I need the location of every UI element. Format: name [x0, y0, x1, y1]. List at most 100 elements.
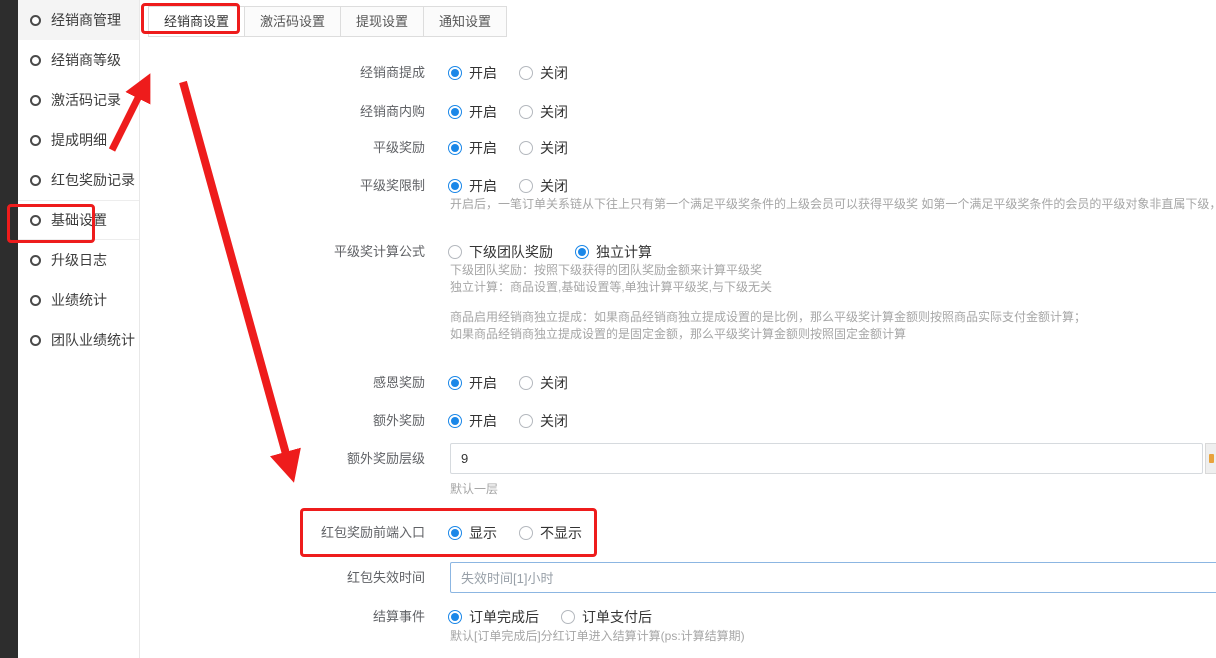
radio-icon: [448, 245, 462, 259]
radio-on[interactable]: 开启: [448, 176, 497, 196]
sidebar-item-label: 激活码记录: [51, 90, 121, 110]
sidebar-item-performance-stats[interactable]: 业绩统计: [18, 280, 139, 320]
extra-reward-levels-input[interactable]: [450, 443, 1203, 474]
radio-off[interactable]: 关闭: [519, 138, 568, 158]
main-content: 经销商设置 激活码设置 提现设置 通知设置 经销商提成 开启 关闭 经销商内购 …: [140, 0, 1216, 658]
radio-off[interactable]: 关闭: [519, 373, 568, 393]
field-label-redpacket-expire-time: 红包失效时间: [140, 569, 425, 587]
radio-icon: [519, 526, 533, 540]
helper-peer-reward-limit: 开启后，一笔订单关系链从下往上只有第一个满足平级奖条件的上级会员可以获得平级奖 …: [450, 196, 1216, 213]
sidebar-item-activation-code-records[interactable]: 激活码记录: [18, 80, 139, 120]
radio-label: 关闭: [540, 373, 568, 393]
radio-icon: [519, 66, 533, 80]
note-independent-commission-1: 商品启用经销商独立提成：如果商品经销商独立提成设置的是比例，那么平级奖计算金额则…: [450, 309, 1086, 326]
field-label-extra-reward: 额外奖励: [140, 412, 425, 430]
radio-label: 关闭: [540, 63, 568, 83]
sidebar-item-dealer-level[interactable]: 经销商等级: [18, 40, 139, 80]
radio-label: 显示: [469, 523, 497, 543]
sidebar-item-commission-detail[interactable]: 提成明细: [18, 120, 139, 160]
sidebar-item-label: 经销商等级: [51, 50, 121, 70]
radio-label: 独立计算: [596, 242, 652, 262]
field-label-peer-reward: 平级奖励: [140, 139, 425, 157]
circle-icon: [30, 295, 41, 306]
radio-group-extra-reward: 开启 关闭: [448, 412, 568, 430]
radio-group-peer-reward-limit: 开启 关闭: [448, 177, 568, 195]
radio-label: 开启: [469, 373, 497, 393]
field-label-gratitude-reward: 感恩奖励: [140, 374, 425, 392]
helper-extra-reward-levels: 默认一层: [450, 481, 498, 498]
note-independent-commission-2: 如果商品经销商独立提成设置的是固定金额，那么平级奖计算金额则按照固定金额计算: [450, 326, 906, 343]
sidebar-item-upgrade-log[interactable]: 升级日志: [18, 240, 139, 280]
radio-off[interactable]: 关闭: [519, 63, 568, 83]
sidebar-item-dealer-management[interactable]: 经销商管理: [18, 0, 139, 40]
helper-settlement-event: 默认[订单完成后]分红订单进入结算计算(ps:计算结算期): [450, 628, 745, 645]
sidebar-item-label: 红包奖励记录: [51, 170, 135, 190]
helper-formula-2: 独立计算：商品设置,基础设置等,单独计算平级奖,与下级无关: [450, 279, 772, 296]
radio-group-peer-reward: 开启 关闭: [448, 139, 568, 157]
radio-icon: [448, 376, 462, 390]
radio-icon: [448, 141, 462, 155]
radio-on[interactable]: 开启: [448, 102, 497, 122]
radio-label: 开启: [469, 411, 497, 431]
circle-icon: [30, 55, 41, 66]
radio-label: 订单支付后: [582, 607, 652, 627]
pencil-icon: [1209, 454, 1214, 463]
radio-label: 不显示: [540, 523, 582, 543]
sidebar-item-label: 基础设置: [51, 210, 107, 230]
app-left-rail: [0, 0, 18, 658]
circle-icon: [30, 135, 41, 146]
sidebar-item-label: 提成明细: [51, 130, 107, 150]
radio-independent-calc[interactable]: 独立计算: [575, 242, 652, 262]
sidebar-item-redpacket-reward-records[interactable]: 红包奖励记录: [18, 160, 139, 200]
radio-icon: [448, 66, 462, 80]
radio-off[interactable]: 关闭: [519, 411, 568, 431]
radio-icon: [519, 414, 533, 428]
radio-label: 关闭: [540, 138, 568, 158]
field-label-dealer-internal-purchase: 经销商内购: [140, 103, 425, 121]
radio-on[interactable]: 开启: [448, 63, 497, 83]
radio-icon: [448, 414, 462, 428]
radio-label: 关闭: [540, 102, 568, 122]
field-label-redpacket-entry: 红包奖励前端入口: [140, 524, 425, 542]
radio-group-dealer-internal-purchase: 开启 关闭: [448, 103, 568, 121]
circle-icon: [30, 255, 41, 266]
radio-label: 关闭: [540, 411, 568, 431]
redpacket-expire-time-input[interactable]: [450, 562, 1216, 593]
radio-show[interactable]: 显示: [448, 523, 497, 543]
radio-icon: [519, 105, 533, 119]
radio-label: 下级团队奖励: [469, 242, 553, 262]
radio-group-dealer-commission: 开启 关闭: [448, 64, 568, 82]
radio-off[interactable]: 关闭: [519, 176, 568, 196]
settings-form: 经销商提成 开启 关闭 经销商内购 开启 关闭 平级奖励 开启 关闭 平级奖限制…: [140, 0, 1216, 658]
radio-after-order-paid[interactable]: 订单支付后: [561, 607, 652, 627]
radio-on[interactable]: 开启: [448, 373, 497, 393]
radio-icon: [519, 179, 533, 193]
sidebar-item-team-performance-stats[interactable]: 团队业绩统计: [18, 320, 139, 360]
radio-icon: [448, 526, 462, 540]
radio-on[interactable]: 开启: [448, 411, 497, 431]
radio-label: 关闭: [540, 176, 568, 196]
circle-icon: [30, 15, 41, 26]
sidebar: 经销商管理 经销商等级 激活码记录 提成明细 红包奖励记录 基础设置 升级日志 …: [18, 0, 140, 658]
sidebar-item-label: 经销商管理: [51, 10, 121, 30]
circle-icon: [30, 215, 41, 226]
sidebar-item-label: 升级日志: [51, 250, 107, 270]
radio-off[interactable]: 关闭: [519, 102, 568, 122]
radio-label: 订单完成后: [469, 607, 539, 627]
radio-icon: [448, 105, 462, 119]
radio-on[interactable]: 开启: [448, 138, 497, 158]
radio-subordinate-team-reward[interactable]: 下级团队奖励: [448, 242, 553, 262]
radio-icon: [561, 610, 575, 624]
field-label-peer-reward-limit: 平级奖限制: [140, 177, 425, 195]
radio-label: 开启: [469, 102, 497, 122]
field-label-settlement-event: 结算事件: [140, 608, 425, 626]
field-label-dealer-commission: 经销商提成: [140, 64, 425, 82]
input-addon[interactable]: [1205, 443, 1216, 474]
radio-after-order-complete[interactable]: 订单完成后: [448, 607, 539, 627]
radio-hide[interactable]: 不显示: [519, 523, 582, 543]
helper-formula-1: 下级团队奖励：按照下级获得的团队奖励金额来计算平级奖: [450, 262, 762, 279]
sidebar-item-label: 业绩统计: [51, 290, 107, 310]
radio-group-redpacket-entry: 显示 不显示: [448, 524, 582, 542]
field-label-extra-reward-levels: 额外奖励层级: [140, 450, 425, 468]
sidebar-item-basic-settings[interactable]: 基础设置: [18, 200, 139, 240]
